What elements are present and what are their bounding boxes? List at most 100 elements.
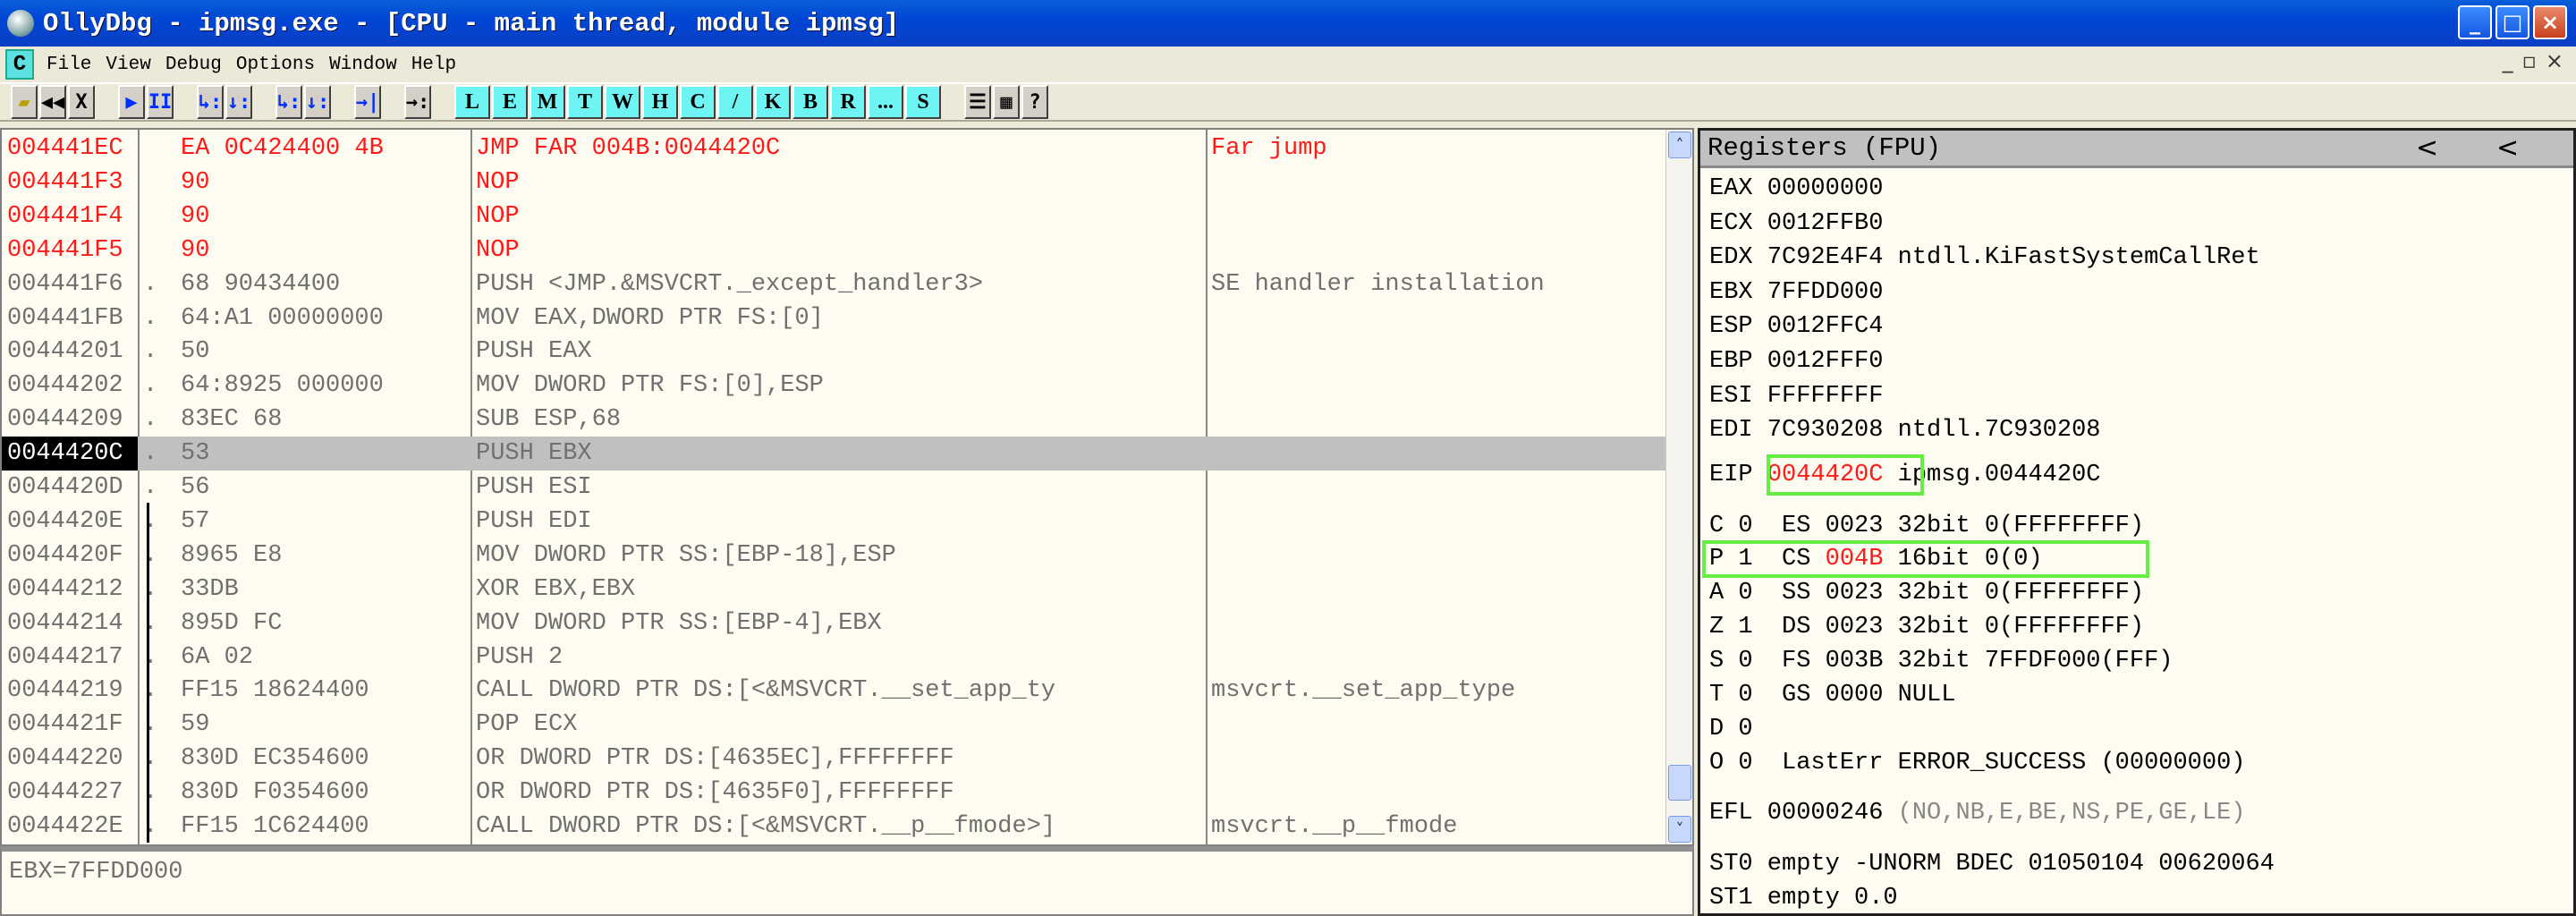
execute-till-return-icon[interactable]: →| xyxy=(354,85,381,119)
table-row[interactable]: 004441F4 90 NOP xyxy=(2,199,1665,233)
mdi-close-button[interactable]: × xyxy=(2546,48,2563,73)
scroll-down-icon[interactable]: ˅ xyxy=(1668,816,1691,843)
window-button-10[interactable]: R xyxy=(830,85,866,119)
table-row[interactable]: 0044420D. 56 PUSH ESI xyxy=(2,471,1665,505)
instruction-cell: OR DWORD PTR DS:[4635F0],FFFFFFFF xyxy=(476,779,954,807)
instruction-cell: PUSH EDI xyxy=(476,507,592,535)
info-text: EBX=7FFDD000 xyxy=(9,859,183,886)
table-row[interactable]: 0044420E. 57 PUSH EDI xyxy=(2,505,1665,539)
chevron-left-icon[interactable]: < xyxy=(2416,131,2438,166)
restart-icon[interactable]: ◀◀ xyxy=(39,85,66,119)
table-row[interactable]: 00444217. 6A 02 PUSH 2 xyxy=(2,640,1665,674)
window-button-7[interactable]: / xyxy=(717,85,753,119)
open-icon[interactable]: ▰ xyxy=(11,85,38,119)
fpu-register-line[interactable]: ST0 empty -UNORM BDEC 01050104 00620064 xyxy=(1709,849,2275,879)
menu-options[interactable]: Options xyxy=(229,55,322,75)
fpu-register-line[interactable]: ST1 empty 0.0 xyxy=(1709,883,1898,913)
maximize-button[interactable]: □ xyxy=(2496,5,2529,39)
disasm-scrollbar[interactable]: ˄ ˅ xyxy=(1665,130,1692,844)
register-line[interactable]: EDI 7C930208 ntdll.7C930208 xyxy=(1709,415,2100,445)
run-icon[interactable]: ▶ xyxy=(118,85,145,119)
window-button-12[interactable]: S xyxy=(905,85,941,119)
help-icon[interactable]: ? xyxy=(1021,85,1048,119)
register-line[interactable]: S 0 FS 003B 32bit 7FFDF000(FFF) xyxy=(1709,646,2173,676)
menu-debug[interactable]: Debug xyxy=(158,55,229,75)
step-into-icon[interactable]: ↳: xyxy=(197,85,224,119)
hex-cell: 33DB xyxy=(181,575,239,603)
register-line[interactable]: Z 1 DS 0023 32bit 0(FFFFFFFF) xyxy=(1709,612,2144,642)
instruction-cell: CALL DWORD PTR DS:[<&MSVCRT.__p__fmode>] xyxy=(476,813,1056,840)
table-row[interactable]: 00444209. 83EC 68 SUB ESP,68 xyxy=(2,403,1665,437)
close-program-icon[interactable]: X xyxy=(68,85,95,119)
hex-cell: 64:A1 00000000 xyxy=(181,304,384,332)
go-to-origin-icon[interactable]: →: xyxy=(404,85,431,119)
table-row[interactable]: 00444227. 830D F0354600 OR DWORD PTR DS:[4… xyxy=(2,776,1665,810)
table-row[interactable]: 0044421F. 59 POP ECX xyxy=(2,708,1665,742)
registers-header[interactable]: Registers (FPU) < < xyxy=(1700,131,2573,168)
register-line[interactable]: T 0 GS 0000 NULL xyxy=(1709,680,1955,710)
table-row[interactable]: 004441FB. 64:A1 00000000 MOV EAX,DWORD PTR… xyxy=(2,301,1665,335)
menu-help[interactable]: Help xyxy=(404,55,463,75)
window-button-0[interactable]: L xyxy=(454,85,490,119)
window-button-3[interactable]: T xyxy=(567,85,603,119)
register-line[interactable]: EDX 7C92E4F4 ntdll.KiFastSystemCallRet xyxy=(1709,242,2260,273)
table-row[interactable]: 00444212. 33DB XOR EBX,EBX xyxy=(2,572,1665,606)
table-row[interactable]: 0044420F. 8965 E8 MOV DWORD PTR SS:[EBP-18… xyxy=(2,539,1665,572)
window-button-4[interactable]: W xyxy=(605,85,640,119)
cpu-window-icon[interactable]: C xyxy=(5,49,34,80)
menu-file[interactable]: File xyxy=(39,55,98,75)
register-line[interactable]: O 0 LastErr ERROR_SUCCESS (00000000) xyxy=(1709,748,2246,778)
step-over-icon[interactable]: ↓: xyxy=(225,85,252,119)
pause-icon[interactable]: II xyxy=(147,85,174,119)
table-row[interactable]: 004441EC EA 0C424400 4B JMP FAR 004B:00444… xyxy=(2,131,1665,165)
table-row[interactable]: 0044420C. 53 PUSH EBX xyxy=(2,437,1665,471)
chevron-left-icon[interactable]: < xyxy=(2496,131,2519,166)
registers-pane[interactable]: Registers (FPU) < < EAX 00000000 ECX 0012… xyxy=(1698,128,2576,916)
table-row[interactable]: 00444201. 50 PUSH EAX xyxy=(2,335,1665,369)
register-line[interactable]: EBX 7FFDD000 xyxy=(1709,277,1883,308)
list-icon[interactable]: ☰ xyxy=(964,85,991,119)
window-button-2[interactable]: M xyxy=(530,85,565,119)
table-row[interactable]: 0044422E. FF15 1C624400 CALL DWORD PTR DS:… xyxy=(2,810,1665,844)
address-cell: 0044421F xyxy=(7,711,123,739)
instruction-cell: NOP xyxy=(476,168,520,196)
mdi-minimize-button[interactable]: _ xyxy=(2503,48,2513,73)
register-line[interactable]: ESP 0012FFC4 xyxy=(1709,311,1883,342)
register-line[interactable]: D 0 xyxy=(1709,714,1753,744)
close-button[interactable]: × xyxy=(2533,5,2567,39)
window-button-6[interactable]: C xyxy=(680,85,716,119)
instruction-cell: SUB ESP,68 xyxy=(476,406,622,434)
menu-view[interactable]: View xyxy=(98,55,157,75)
table-row[interactable]: 004441F3 90 NOP xyxy=(2,165,1665,199)
flag-cell: . xyxy=(143,711,158,739)
mdi-restore-button[interactable]: ▫ xyxy=(2522,48,2537,73)
register-line[interactable]: ECX 0012FFB0 xyxy=(1709,208,1883,239)
register-efl[interactable]: EFL 00000246 (NO,NB,E,BE,NS,PE,GE,LE) xyxy=(1709,798,2246,828)
scroll-up-icon[interactable]: ˄ xyxy=(1668,131,1691,158)
trace-into-icon[interactable]: ↳: xyxy=(275,85,302,119)
trace-over-icon[interactable]: ↓: xyxy=(304,85,331,119)
scroll-thumb[interactable] xyxy=(1668,765,1691,801)
table-row[interactable]: 00444220. 830D EC354600 OR DWORD PTR DS:[4… xyxy=(2,742,1665,776)
table-row[interactable]: 004441F6. 68 90434400 PUSH <JMP.&MSVCRT._e… xyxy=(2,267,1665,301)
register-line[interactable]: ESI FFFFFFFF xyxy=(1709,381,1883,411)
register-line[interactable]: EBP 0012FFF0 xyxy=(1709,346,1883,377)
window-button-9[interactable]: B xyxy=(792,85,828,119)
register-line[interactable]: EAX 00000000 xyxy=(1709,174,1883,204)
table-row[interactable]: 00444202. 64:8925 000000 MOV DWORD PTR FS:… xyxy=(2,369,1665,403)
register-line[interactable]: A 0 SS 0023 32bit 0(FFFFFFFF) xyxy=(1709,578,2144,608)
app-icon[interactable] xyxy=(7,10,34,37)
register-es[interactable]: C 0 ES 0023 32bit 0(FFFFFFFF) xyxy=(1709,511,2144,541)
table-row[interactable]: 00444214. 895D FC MOV DWORD PTR SS:[EBP-4]… xyxy=(2,606,1665,640)
disassembly-pane[interactable]: 004441EC EA 0C424400 4B JMP FAR 004B:00444… xyxy=(0,128,1694,846)
minimize-button[interactable]: _ xyxy=(2458,5,2492,39)
table-row[interactable]: 00444219. FF15 18624400 CALL DWORD PTR DS:… xyxy=(2,674,1665,708)
table-row[interactable]: 004441F5 90 NOP xyxy=(2,233,1665,267)
window-button-11[interactable]: ... xyxy=(868,85,903,119)
window-button-8[interactable]: K xyxy=(755,85,791,119)
window-button-1[interactable]: E xyxy=(492,85,528,119)
window-button-5[interactable]: H xyxy=(642,85,678,119)
flag-cell: . xyxy=(143,338,158,366)
menu-window[interactable]: Window xyxy=(322,55,404,75)
colors-icon[interactable]: ▦ xyxy=(993,85,1020,119)
